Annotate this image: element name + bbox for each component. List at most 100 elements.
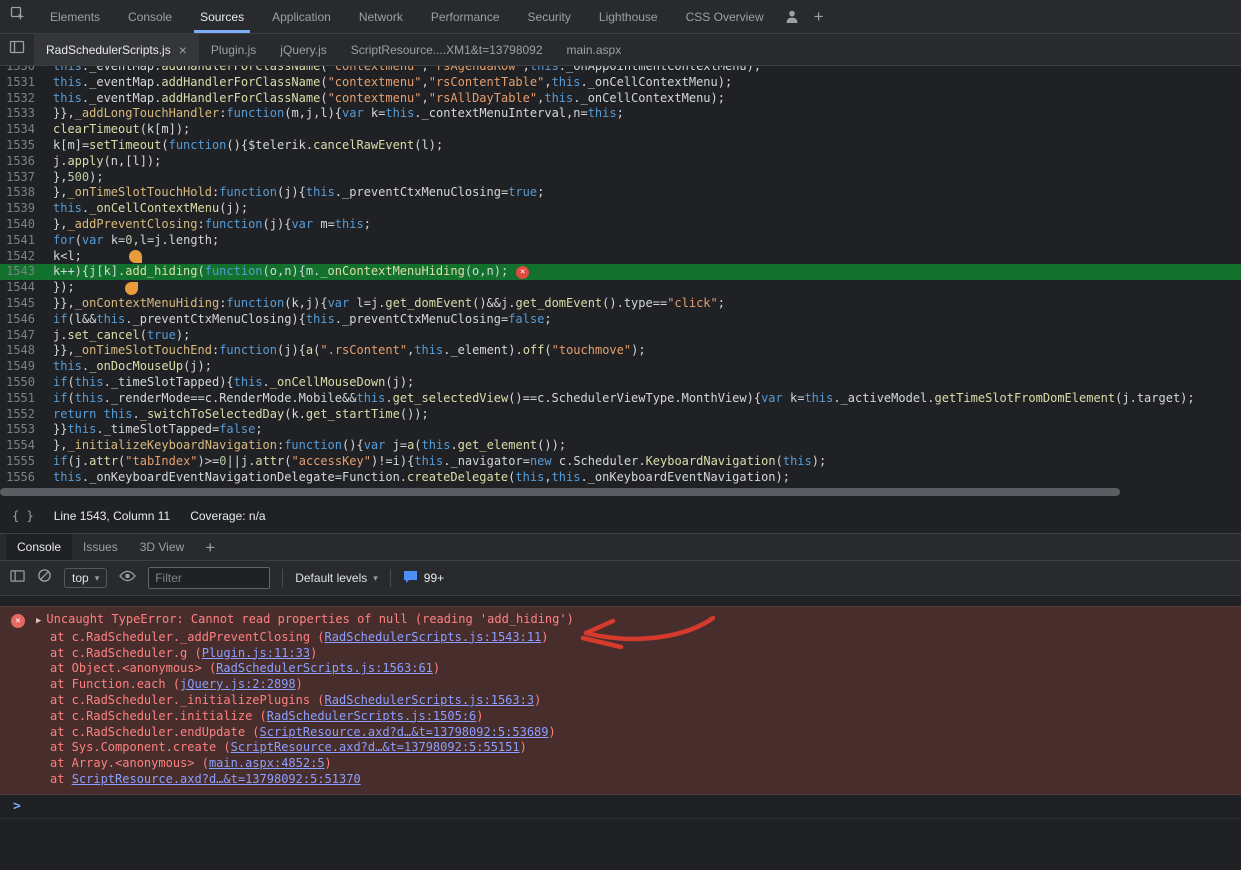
code-line-1550[interactable]: 1550if(this._timeSlotTapped){this._onCel… <box>0 375 1241 391</box>
code-line-1545[interactable]: 1545}},_onContextMenuHiding:function(k,j… <box>0 296 1241 312</box>
line-number[interactable]: 1549 <box>0 359 44 375</box>
code-line-1546[interactable]: 1546if(l&&this._preventCtxMenuClosing){t… <box>0 312 1241 328</box>
line-number[interactable]: 1539 <box>0 201 44 217</box>
line-number[interactable]: 1551 <box>0 391 44 407</box>
stack-link[interactable]: RadSchedulerScripts.js:1563:61 <box>216 661 433 675</box>
code-line-1535[interactable]: 1535k[m]=setTimeout(function(){$telerik.… <box>0 138 1241 154</box>
code-line-1540[interactable]: 1540},_addPreventClosing:function(j){var… <box>0 217 1241 233</box>
line-number[interactable]: 1537 <box>0 170 44 186</box>
line-number[interactable]: 1534 <box>0 122 44 138</box>
scrollbar-thumb[interactable] <box>0 488 1120 496</box>
code-line-1556[interactable]: 1556this._onKeyboardEventNavigationDeleg… <box>0 470 1241 486</box>
stack-link[interactable]: RadSchedulerScripts.js:1563:3 <box>325 693 535 707</box>
code-line-1552[interactable]: 1552return this._switchToSelectedDay(k.g… <box>0 407 1241 423</box>
file-tab-main-aspx[interactable]: main.aspx <box>555 34 634 65</box>
line-number[interactable]: 1536 <box>0 154 44 170</box>
stack-link[interactable]: ScriptResource.axd?d…&t=13798092:5:51370 <box>72 772 361 786</box>
code-line-1542[interactable]: 1542k<l; <box>0 249 1241 265</box>
add-drawer-tab-button[interactable]: + <box>195 534 225 560</box>
line-number[interactable]: 1546 <box>0 312 44 328</box>
filter-input[interactable] <box>148 567 270 589</box>
code-line-1534[interactable]: 1534clearTimeout(k[m]); <box>0 122 1241 138</box>
code-line-1551[interactable]: 1551if(this._renderMode==c.RenderMode.Mo… <box>0 391 1241 407</box>
line-error-icon[interactable]: ✕ <box>516 266 529 279</box>
console-sidebar-button[interactable] <box>10 569 25 588</box>
code-line-1548[interactable]: 1548}},_onTimeSlotTouchEnd:function(j){a… <box>0 343 1241 359</box>
code-line-1553[interactable]: 1553}}this._timeSlotTapped=false; <box>0 422 1241 438</box>
devtools-tab-lighthouse[interactable]: Lighthouse <box>585 0 672 33</box>
clear-console-button[interactable] <box>37 568 52 588</box>
stack-link[interactable]: jQuery.js:2:2898 <box>180 677 296 691</box>
code-line-1531[interactable]: 1531this._eventMap.addHandlerForClassNam… <box>0 75 1241 91</box>
log-levels-dropdown[interactable]: Default levels ▾ <box>295 571 378 585</box>
selection-handle-top[interactable] <box>129 250 142 263</box>
code-line-1533[interactable]: 1533}},_addLongTouchHandler:function(m,j… <box>0 106 1241 122</box>
code-line-1532[interactable]: 1532this._eventMap.addHandlerForClassNam… <box>0 91 1241 107</box>
stack-link[interactable]: RadSchedulerScripts.js:1505:6 <box>267 709 477 723</box>
code-line-1544[interactable]: 1544}); <box>0 280 1241 296</box>
code-line-1543[interactable]: 1543k++){j[k].add_hiding(function(o,n){m… <box>0 264 1241 280</box>
stack-link[interactable]: main.aspx:4852:5 <box>209 756 325 770</box>
code-line-1538[interactable]: 1538},_onTimeSlotTouchHold:function(j){t… <box>0 185 1241 201</box>
inspect-element-button[interactable] <box>0 0 36 33</box>
issues-counter[interactable]: 99+ <box>403 570 444 587</box>
devtools-tab-application[interactable]: Application <box>258 0 345 33</box>
devtools-tab-console[interactable]: Console <box>114 0 186 33</box>
code-line-1539[interactable]: 1539this._onCellContextMenu(j); <box>0 201 1241 217</box>
devtools-tab-security[interactable]: Security <box>514 0 585 33</box>
selection-handle-bottom[interactable] <box>125 282 138 295</box>
line-number[interactable]: 1544 <box>0 280 44 296</box>
navigator-toggle-button[interactable] <box>0 34 34 65</box>
disclosure-triangle-icon[interactable]: ▶ <box>36 616 41 626</box>
tab-close-icon[interactable]: × <box>179 43 187 57</box>
file-tab-scriptresource-xm1-t-13798092[interactable]: ScriptResource....XM1&t=13798092 <box>339 34 555 65</box>
file-tab-jquery-js[interactable]: jQuery.js <box>268 34 338 65</box>
line-number[interactable]: 1556 <box>0 470 44 486</box>
drawer-tab-3d-view[interactable]: 3D View <box>129 534 195 560</box>
file-tab-plugin-js[interactable]: Plugin.js <box>199 34 268 65</box>
line-number[interactable]: 1530 <box>0 66 44 75</box>
line-number[interactable]: 1541 <box>0 233 44 249</box>
file-tab-radschedulerscripts-js[interactable]: RadSchedulerScripts.js× <box>34 34 199 65</box>
stack-link[interactable]: ScriptResource.axd?d…&t=13798092:5:55151 <box>231 740 520 754</box>
code-line-1537[interactable]: 1537},500); <box>0 170 1241 186</box>
context-selector[interactable]: top ▾ <box>64 568 107 588</box>
console-prompt[interactable]: > <box>0 795 1241 819</box>
stack-link[interactable]: Plugin.js:11:33 <box>202 646 310 660</box>
line-number[interactable]: 1538 <box>0 185 44 201</box>
devtools-tab-elements[interactable]: Elements <box>36 0 114 33</box>
code-line-1541[interactable]: 1541for(var k=0,l=j.length; <box>0 233 1241 249</box>
stack-link[interactable]: ScriptResource.axd?d…&t=13798092:5:53689 <box>260 725 549 739</box>
line-number[interactable]: 1543 <box>0 264 44 280</box>
drawer-tab-console[interactable]: Console <box>6 534 72 560</box>
devtools-tab-network[interactable]: Network <box>345 0 417 33</box>
code-line-1555[interactable]: 1555if(j.attr("tabIndex")>=0||j.attr("ac… <box>0 454 1241 470</box>
line-number[interactable]: 1535 <box>0 138 44 154</box>
devtools-tab-css-overview[interactable]: CSS Overview <box>672 0 778 33</box>
code-line-1547[interactable]: 1547j.set_cancel(true); <box>0 328 1241 344</box>
line-number[interactable]: 1550 <box>0 375 44 391</box>
line-number[interactable]: 1554 <box>0 438 44 454</box>
pretty-print-button[interactable]: { } <box>12 509 34 523</box>
devtools-tab-performance[interactable]: Performance <box>417 0 514 33</box>
code-line-1530[interactable]: 1530this._eventMap.addHandlerForClassNam… <box>0 66 1241 75</box>
add-panel-button[interactable]: + <box>814 8 824 25</box>
line-number[interactable]: 1553 <box>0 422 44 438</box>
horizontal-scrollbar[interactable] <box>0 486 1241 498</box>
person-icon[interactable] <box>786 10 798 24</box>
line-number[interactable]: 1542 <box>0 249 44 265</box>
line-number[interactable]: 1555 <box>0 454 44 470</box>
line-number[interactable]: 1532 <box>0 91 44 107</box>
line-number[interactable]: 1540 <box>0 217 44 233</box>
devtools-tab-sources[interactable]: Sources <box>186 0 258 33</box>
line-number[interactable]: 1547 <box>0 328 44 344</box>
line-number[interactable]: 1533 <box>0 106 44 122</box>
live-expression-button[interactable] <box>119 569 136 587</box>
line-number[interactable]: 1545 <box>0 296 44 312</box>
line-number[interactable]: 1552 <box>0 407 44 423</box>
stack-link[interactable]: RadSchedulerScripts.js:1543:11 <box>325 630 542 644</box>
line-number[interactable]: 1531 <box>0 75 44 91</box>
code-line-1536[interactable]: 1536j.apply(n,[l]); <box>0 154 1241 170</box>
code-line-1554[interactable]: 1554},_initializeKeyboardNavigation:func… <box>0 438 1241 454</box>
code-line-1549[interactable]: 1549this._onDocMouseUp(j); <box>0 359 1241 375</box>
